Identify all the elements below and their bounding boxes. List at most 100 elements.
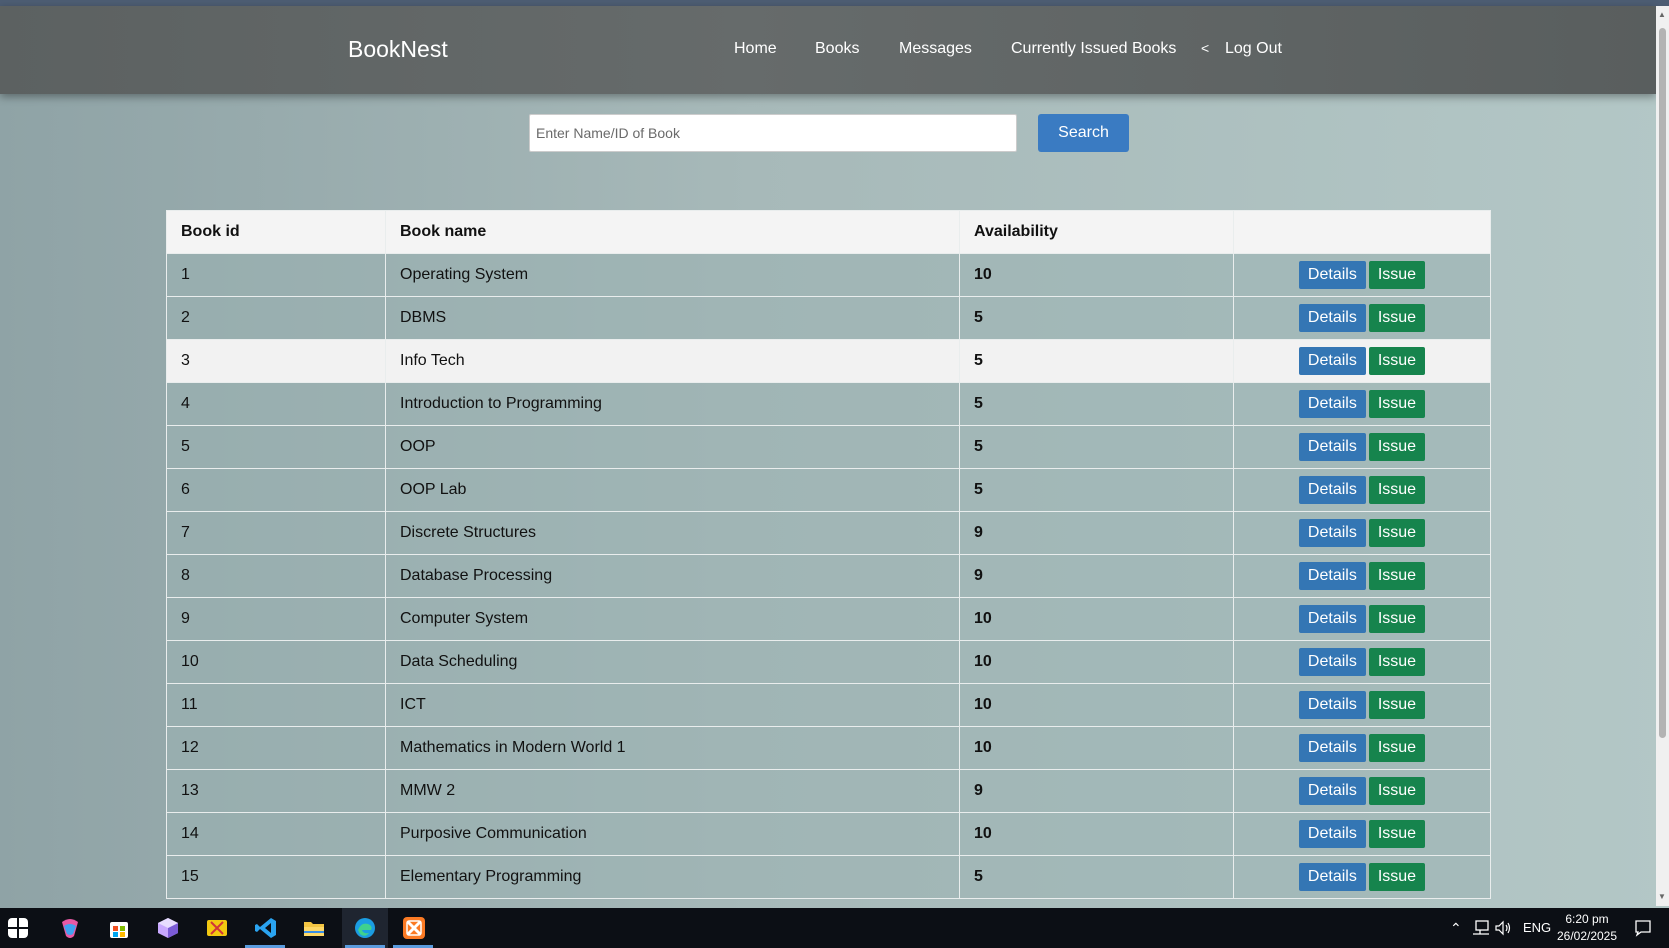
system-clock[interactable]: 6:20 pm 26/02/2025: [1553, 911, 1621, 945]
clock-time: 6:20 pm: [1565, 912, 1609, 926]
details-button[interactable]: Details: [1298, 519, 1366, 547]
nav-logout[interactable]: Log Out: [1225, 40, 1282, 58]
issue-button[interactable]: Issue: [1368, 777, 1426, 805]
table-row: 11 ICT 10 Details Issue: [166, 683, 1491, 727]
book-id-cell: 13: [166, 769, 386, 813]
issue-button[interactable]: Issue: [1368, 390, 1426, 418]
details-button[interactable]: Details: [1298, 261, 1366, 289]
network-icon[interactable]: [1472, 920, 1490, 936]
availability-cell: 5: [959, 855, 1234, 899]
nav-separator: <: [1201, 40, 1210, 56]
availability-cell: 10: [959, 597, 1234, 641]
details-button[interactable]: Details: [1298, 648, 1366, 676]
brand-logo[interactable]: BookNest: [348, 36, 448, 63]
availability-cell: 10: [959, 726, 1234, 770]
issue-button[interactable]: Issue: [1368, 734, 1426, 762]
nav-home[interactable]: Home: [734, 40, 777, 58]
details-button[interactable]: Details: [1298, 476, 1366, 504]
details-button[interactable]: Details: [1298, 820, 1366, 848]
availability-cell: 9: [959, 554, 1234, 598]
book-name-cell: Info Tech: [385, 339, 960, 383]
language-indicator[interactable]: ENG: [1523, 920, 1551, 935]
book-name-cell: Discrete Structures: [385, 511, 960, 555]
header-availability: Availability: [959, 210, 1234, 254]
book-id-cell: 1: [166, 253, 386, 297]
actions-cell: Details Issue: [1233, 683, 1491, 727]
actions-cell: Details Issue: [1233, 468, 1491, 512]
details-button[interactable]: Details: [1298, 777, 1366, 805]
scroll-up-arrow-icon[interactable]: ▲: [1658, 10, 1666, 19]
availability-cell: 5: [959, 382, 1234, 426]
book-search-input[interactable]: [529, 114, 1017, 152]
details-button[interactable]: Details: [1298, 691, 1366, 719]
table-row: 1 Operating System 10 Details Issue: [166, 253, 1491, 297]
header-book-id: Book id: [166, 210, 386, 254]
actions-cell: Details Issue: [1233, 253, 1491, 297]
details-button[interactable]: Details: [1298, 863, 1366, 891]
scrollbar-thumb[interactable]: [1659, 28, 1666, 738]
book-id-cell: 9: [166, 597, 386, 641]
book-id-cell: 11: [166, 683, 386, 727]
file-explorer-icon[interactable]: [302, 916, 326, 940]
book-name-cell: Computer System: [385, 597, 960, 641]
book-id-cell: 10: [166, 640, 386, 684]
notifications-icon[interactable]: [1634, 919, 1652, 937]
issue-button[interactable]: Issue: [1368, 605, 1426, 633]
microsoft-store-icon[interactable]: [107, 916, 131, 940]
book-id-cell: 14: [166, 812, 386, 856]
issue-button[interactable]: Issue: [1368, 648, 1426, 676]
copilot-icon[interactable]: [58, 916, 82, 940]
nav-currently-issued-books[interactable]: Currently Issued Books: [1011, 40, 1176, 58]
issue-button[interactable]: Issue: [1368, 304, 1426, 332]
table-row: 10 Data Scheduling 10 Details Issue: [166, 640, 1491, 684]
availability-cell: 5: [959, 468, 1234, 512]
volume-icon[interactable]: [1494, 920, 1512, 936]
show-hidden-icons-chevron-icon[interactable]: ⌃: [1450, 920, 1462, 937]
books-table-container: Book id Book name Availability 1 Operatin…: [166, 210, 1491, 902]
availability-cell: 10: [959, 812, 1234, 856]
details-button[interactable]: Details: [1298, 347, 1366, 375]
cube-app-icon[interactable]: [156, 916, 180, 940]
availability-cell: 10: [959, 640, 1234, 684]
issue-button[interactable]: Issue: [1368, 691, 1426, 719]
vscode-icon[interactable]: [254, 916, 278, 940]
actions-cell: Details Issue: [1233, 726, 1491, 770]
book-id-cell: 6: [166, 468, 386, 512]
book-name-cell: Purposive Communication: [385, 812, 960, 856]
details-button[interactable]: Details: [1298, 605, 1366, 633]
issue-button[interactable]: Issue: [1368, 562, 1426, 590]
xampp-icon[interactable]: [402, 916, 426, 940]
actions-cell: Details Issue: [1233, 769, 1491, 813]
book-name-cell: OOP Lab: [385, 468, 960, 512]
table-header-row: Book id Book name Availability: [166, 210, 1491, 254]
edge-icon[interactable]: [353, 916, 377, 940]
scroll-down-arrow-icon[interactable]: ▼: [1658, 892, 1666, 901]
actions-cell: Details Issue: [1233, 640, 1491, 684]
issue-button[interactable]: Issue: [1368, 519, 1426, 547]
table-row: 7 Discrete Structures 9 Details Issue: [166, 511, 1491, 555]
availability-cell: 10: [959, 683, 1234, 727]
details-button[interactable]: Details: [1298, 562, 1366, 590]
table-row: 14 Purposive Communication 10 Details Issue: [166, 812, 1491, 856]
nav-messages[interactable]: Messages: [899, 40, 972, 58]
issue-button[interactable]: Issue: [1368, 347, 1426, 375]
issue-button[interactable]: Issue: [1368, 476, 1426, 504]
search-button[interactable]: Search: [1038, 114, 1129, 152]
table-row: 9 Computer System 10 Details Issue: [166, 597, 1491, 641]
availability-cell: 5: [959, 425, 1234, 469]
details-button[interactable]: Details: [1298, 734, 1366, 762]
snipping-tool-icon[interactable]: [205, 916, 229, 940]
nav-books[interactable]: Books: [815, 40, 859, 58]
issue-button[interactable]: Issue: [1368, 820, 1426, 848]
details-button[interactable]: Details: [1298, 304, 1366, 332]
details-button[interactable]: Details: [1298, 390, 1366, 418]
issue-button[interactable]: Issue: [1368, 261, 1426, 289]
table-row: 13 MMW 2 9 Details Issue: [166, 769, 1491, 813]
issue-button[interactable]: Issue: [1368, 863, 1426, 891]
books-table: Book id Book name Availability 1 Operatin…: [166, 210, 1491, 899]
actions-cell: Details Issue: [1233, 812, 1491, 856]
page-scrollbar[interactable]: ▲ ▼: [1656, 6, 1669, 906]
details-button[interactable]: Details: [1298, 433, 1366, 461]
issue-button[interactable]: Issue: [1368, 433, 1426, 461]
windows-start-icon[interactable]: [8, 918, 28, 938]
